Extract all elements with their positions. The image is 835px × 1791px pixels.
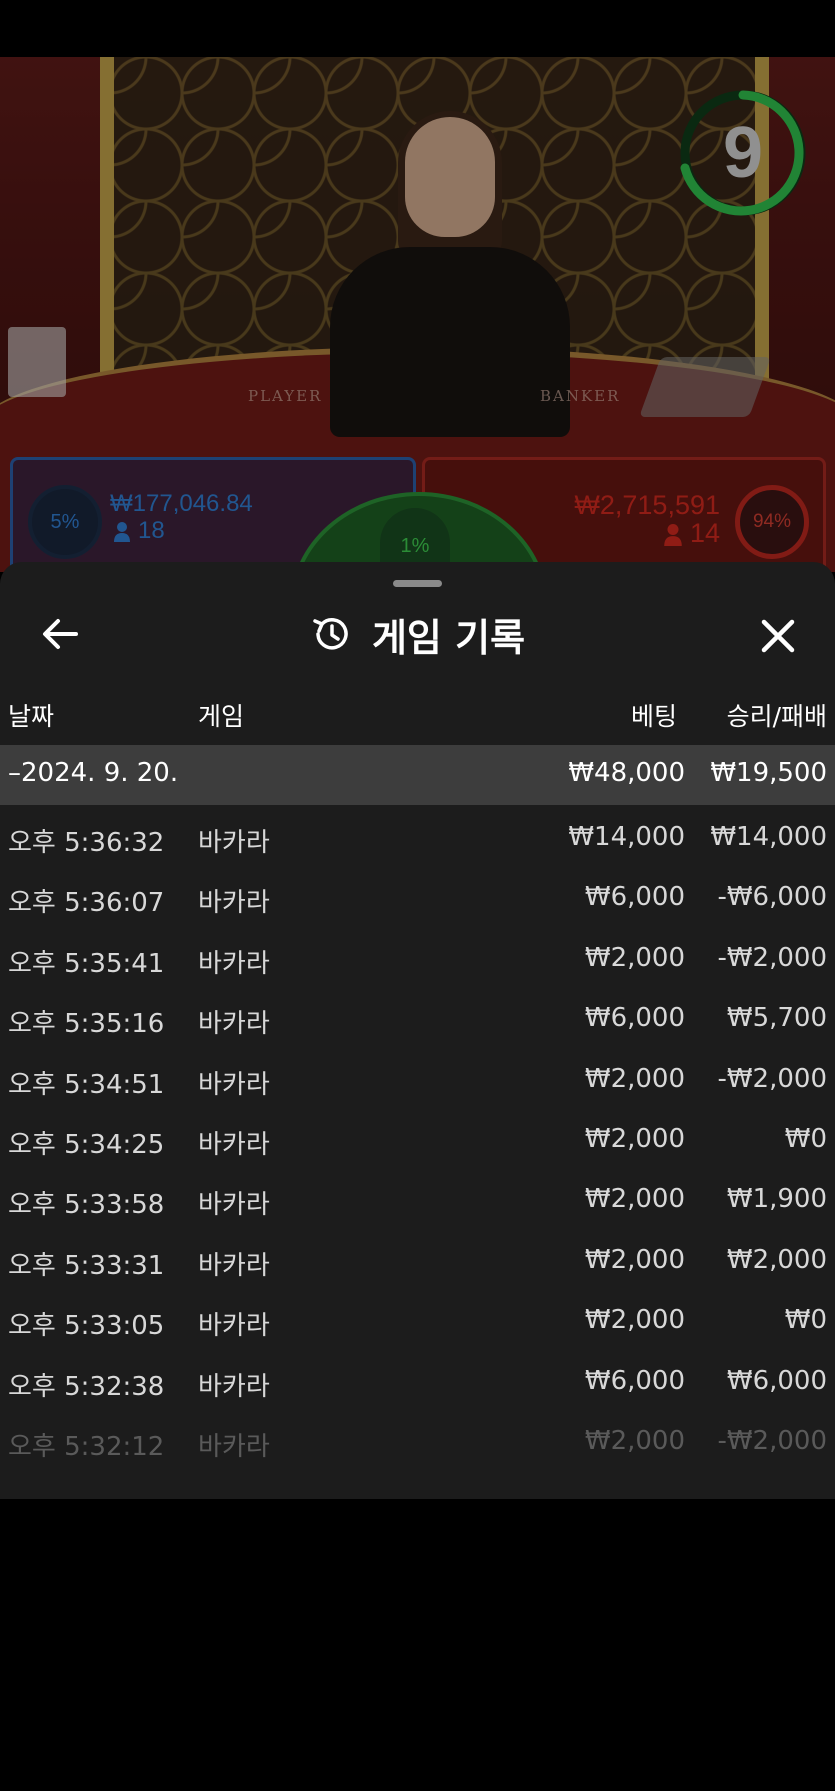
gold-pillar-left <box>100 57 114 387</box>
row-win-loss: -₩2,000 <box>717 942 827 973</box>
row-game: 바카라 <box>198 1250 270 1281</box>
history-row[interactable]: 오후 5:33:58 바카라 ₩2,000 ₩1,900 <box>0 1167 835 1227</box>
row-time: 오후 5:33:31 <box>8 1250 165 1281</box>
person-icon <box>114 521 130 542</box>
row-game: 바카라 <box>198 828 270 858</box>
row-game: 바카라 <box>198 1009 270 1040</box>
column-header-win-loss: 승리/패배 <box>726 702 827 731</box>
date-group-label: –2024. 9. 20. <box>8 758 179 788</box>
row-time: 오후 5:32:12 <box>8 1431 165 1462</box>
history-row[interactable]: 오후 5:35:16 바카라 ₩6,000 ₩5,700 <box>0 986 835 1046</box>
row-game: 바카라 <box>198 1069 270 1100</box>
row-game: 바카라 <box>198 888 270 919</box>
person-icon <box>664 523 682 546</box>
history-row[interactable]: 오후 5:34:25 바카라 ₩2,000 ₩0 <box>0 1107 835 1167</box>
game-history-sheet: 게임 기록 날짜 게임 베팅 승리/패배 –2024. 9. 20. ₩48,0… <box>0 562 835 1499</box>
history-row[interactable]: 오후 5:33:05 바카라 ₩2,000 ₩0 <box>0 1288 835 1348</box>
row-win-loss: ₩1,900 <box>726 1184 827 1215</box>
sheet-drag-handle[interactable] <box>393 580 442 587</box>
row-win-loss: -₩6,000 <box>717 882 827 913</box>
sheet-title: 게임 기록 <box>371 615 526 660</box>
table-label-player: PLAYER <box>248 387 323 405</box>
column-header-date: 날짜 <box>8 702 55 731</box>
date-group-bet-total: ₩48,000 <box>568 758 685 788</box>
history-row[interactable]: 오후 5:34:51 바카라 ₩2,000 -₩2,000 <box>0 1047 835 1107</box>
row-game: 바카라 <box>198 1190 270 1221</box>
row-bet: ₩2,000 <box>584 1063 685 1094</box>
banker-total-amount: ₩2,715,591 <box>574 490 720 520</box>
column-header-bet: 베팅 <box>630 702 677 731</box>
row-time: 오후 5:34:51 <box>8 1069 165 1100</box>
timer-value: 9 <box>722 113 764 193</box>
history-row[interactable]: 오후 5:32:12 바카라 ₩2,000 -₩2,000 <box>0 1409 835 1469</box>
row-win-loss: ₩2,000 <box>726 1244 827 1275</box>
history-icon <box>313 618 348 650</box>
countdown-timer: 9 <box>678 88 808 218</box>
banker-percent: 94% <box>735 485 809 559</box>
column-header-game: 게임 <box>198 702 245 731</box>
row-bet: ₩14,000 <box>568 822 685 852</box>
row-bet: ₩6,000 <box>584 1365 685 1396</box>
history-row[interactable]: 오후 5:35:41 바카라 ₩2,000 -₩2,000 <box>0 926 835 986</box>
player-total-amount: ₩177,046.84 <box>110 490 253 517</box>
row-time: 오후 5:36:07 <box>8 888 165 919</box>
row-time: 오후 5:33:05 <box>8 1311 165 1342</box>
row-win-loss: ₩0 <box>784 1305 827 1336</box>
row-win-loss: ₩14,000 <box>710 822 827 852</box>
row-time: 오후 5:35:16 <box>8 1009 165 1040</box>
sheet-header: 게임 기록 <box>0 602 835 666</box>
row-bet: ₩6,000 <box>584 1003 685 1034</box>
row-bet: ₩2,000 <box>584 1184 685 1215</box>
close-icon <box>761 619 795 653</box>
player-bettor-count: 18 <box>114 517 165 545</box>
row-time: 오후 5:33:58 <box>8 1190 165 1221</box>
row-bet: ₩6,000 <box>584 882 685 913</box>
row-time: 오후 5:36:32 <box>8 828 165 858</box>
player-percent: 5% <box>28 485 102 559</box>
row-win-loss: ₩5,700 <box>726 1003 827 1034</box>
player-count-value: 18 <box>138 517 165 544</box>
row-time: 오후 5:35:41 <box>8 948 165 979</box>
date-group-win-loss-total: ₩19,500 <box>710 758 827 788</box>
row-game: 바카라 <box>198 1311 270 1342</box>
row-time: 오후 5:34:25 <box>8 1129 165 1160</box>
history-row[interactable]: 오후 5:36:07 바카라 ₩6,000 -₩6,000 <box>0 865 835 925</box>
history-row[interactable]: 오후 5:36:32 바카라 ₩14,000 ₩14,000 <box>0 805 835 865</box>
table-label-banker: BANKER <box>540 387 621 405</box>
banker-count-value: 14 <box>689 518 720 548</box>
discard-tray <box>8 327 66 397</box>
dealer <box>320 111 580 437</box>
history-list: 오후 5:36:32 바카라 ₩14,000 ₩14,000 오후 5:36:0… <box>0 805 835 1469</box>
row-win-loss: -₩2,000 <box>717 1425 827 1456</box>
close-button[interactable] <box>752 610 804 662</box>
card-shoe <box>639 357 771 417</box>
date-group-row[interactable]: –2024. 9. 20. ₩48,000 ₩19,500 <box>0 745 835 805</box>
row-win-loss: ₩0 <box>784 1123 827 1154</box>
row-win-loss: ₩6,000 <box>726 1365 827 1396</box>
row-time: 오후 5:32:38 <box>8 1371 165 1402</box>
row-bet: ₩2,000 <box>584 1244 685 1275</box>
row-game: 바카라 <box>198 948 270 979</box>
banker-bettor-count: 14 <box>664 518 720 549</box>
row-game: 바카라 <box>198 1129 270 1160</box>
row-bet: ₩2,000 <box>584 1305 685 1336</box>
row-win-loss: -₩2,000 <box>717 1063 827 1094</box>
row-game: 바카라 <box>198 1371 270 1402</box>
row-game: 바카라 <box>198 1431 270 1462</box>
history-row[interactable]: 오후 5:33:31 바카라 ₩2,000 ₩2,000 <box>0 1228 835 1288</box>
history-row[interactable]: 오후 5:32:38 바카라 ₩6,000 ₩6,000 <box>0 1349 835 1409</box>
row-bet: ₩2,000 <box>584 1425 685 1456</box>
row-bet: ₩2,000 <box>584 942 685 973</box>
row-bet: ₩2,000 <box>584 1123 685 1154</box>
